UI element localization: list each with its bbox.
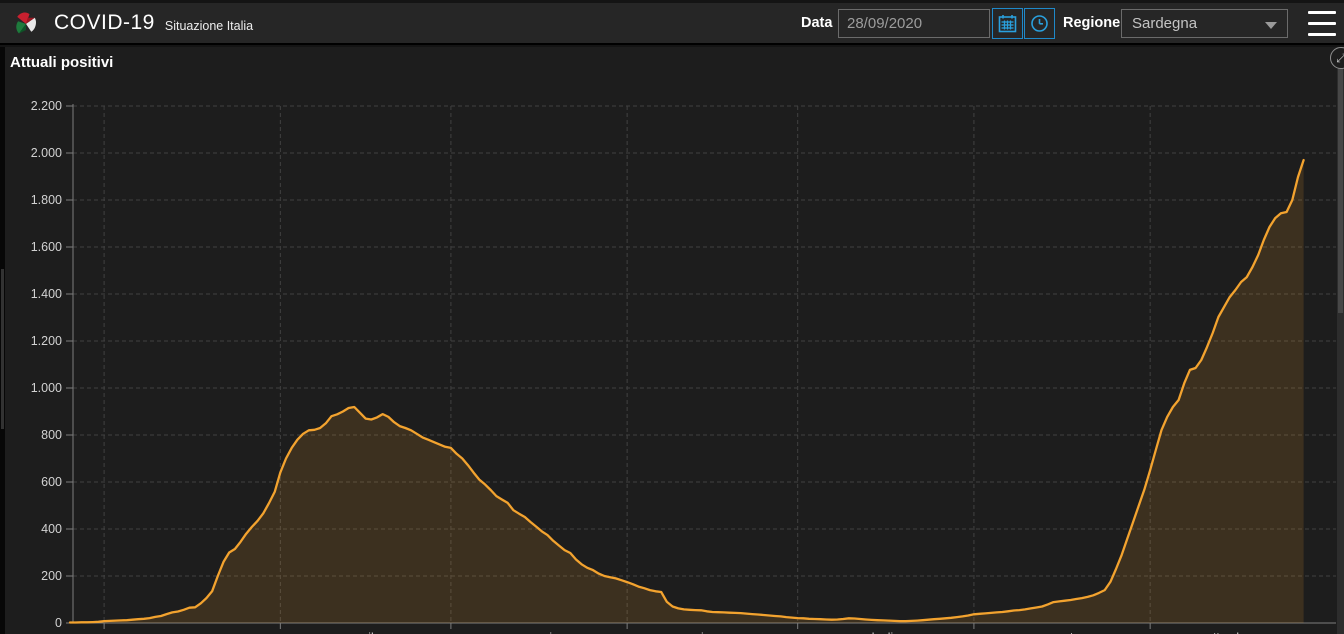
y-axis-tick-label: 1.400 [31, 287, 62, 301]
y-axis-tick-label: 200 [41, 569, 62, 583]
clock-icon [1030, 14, 1049, 33]
x-axis-month-label: settembre [1200, 630, 1254, 634]
app-subtitle: Situazione Italia [165, 13, 253, 33]
y-axis-tick-label: 2.200 [31, 99, 62, 113]
left-scrollbar-thumb[interactable] [1, 269, 4, 429]
hamburger-menu-icon [1308, 11, 1336, 14]
protezione-civile-logo-icon [12, 9, 40, 37]
expand-arrows-icon: ⤢ [1336, 51, 1344, 66]
y-axis-tick-label: 600 [41, 475, 62, 489]
calendar-icon [998, 14, 1017, 33]
dashboard-root: 2.200 2.000 1.800 1.600 1.400 1.200 1.000 800 60… [0, 0, 1344, 634]
x-axis-month-label: aprile [351, 630, 381, 634]
left-scrollbar[interactable] [0, 47, 5, 634]
y-axis-tick-label: 0 [55, 616, 62, 630]
app-header: COVID-19 Situazione Italia Data [0, 3, 1344, 45]
x-axis-month-label: giugno [694, 630, 730, 634]
y-axis-tick-label: 1.000 [31, 381, 62, 395]
x-axis-month-label: luglio [872, 630, 900, 634]
clock-button[interactable] [1024, 8, 1055, 39]
series-area-fill [70, 160, 1304, 623]
right-scrollbar-thumb[interactable] [1338, 53, 1343, 313]
y-axis-tick-label: 1.600 [31, 240, 62, 254]
x-axis-month-label: agosto [1044, 630, 1080, 634]
y-axis-tick-label: 1.800 [31, 193, 62, 207]
x-axis-month-label: maggio [519, 630, 559, 634]
app-title: COVID-19 [54, 11, 155, 35]
y-axis-tick-label: 1.200 [31, 334, 62, 348]
area-chart[interactable]: 2.200 2.000 1.800 1.600 1.400 1.200 1.000 800 60… [0, 0, 1344, 634]
date-label: Data [801, 3, 832, 43]
region-select-value: Sardegna [1132, 15, 1197, 32]
menu-button[interactable] [1308, 11, 1336, 36]
region-label: Regione [1063, 3, 1120, 43]
y-axis-tick-label: 2.000 [31, 146, 62, 160]
x-axis-month-label: marzo [176, 630, 210, 634]
date-input[interactable] [838, 9, 990, 38]
y-axis-tick-label: 800 [41, 428, 62, 442]
app-brand: COVID-19 Situazione Italia [12, 3, 253, 43]
right-scrollbar[interactable] [1337, 47, 1344, 634]
chevron-down-icon [1264, 21, 1278, 30]
chart-panel-title: Attuali positivi [10, 54, 113, 71]
y-axis-tick-label: 400 [41, 522, 62, 536]
calendar-button[interactable] [992, 8, 1023, 39]
region-select[interactable]: Sardegna [1121, 9, 1288, 38]
